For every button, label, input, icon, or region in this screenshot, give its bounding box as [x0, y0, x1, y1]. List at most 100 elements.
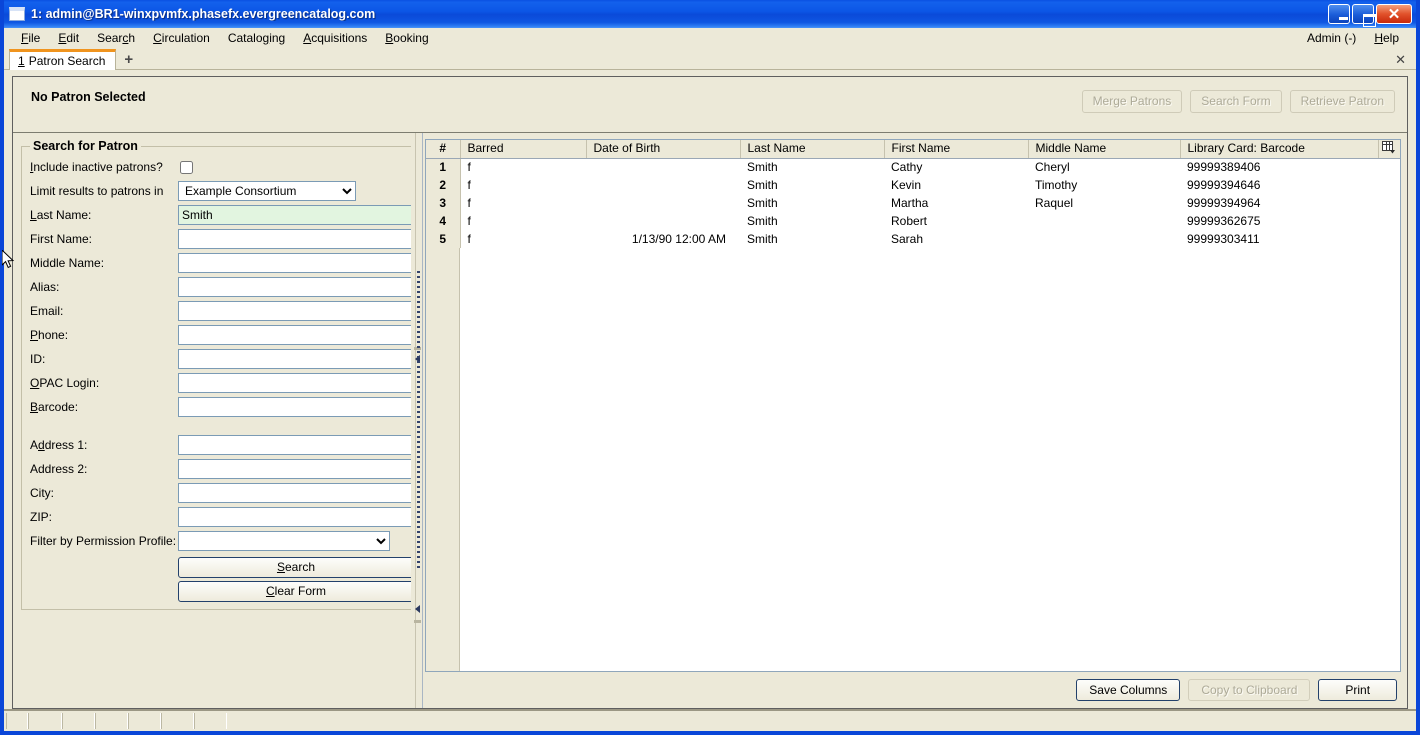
splitter-nub-bottom — [414, 620, 421, 623]
results-footer: Save Columns Copy to Clipboard Print — [425, 672, 1401, 708]
search-form-button[interactable]: Search Form — [1190, 90, 1282, 113]
menu-file[interactable]: File — [12, 30, 49, 46]
field-row-first-name: First Name: — [30, 227, 411, 251]
close-button[interactable]: ✕ — [1376, 4, 1412, 24]
row-number: 2 — [426, 176, 461, 194]
minimize-button[interactable] — [1328, 4, 1350, 24]
table-row[interactable]: 2 f Smith Kevin Timothy 99999394646 — [426, 176, 1401, 194]
id-label: ID: — [30, 352, 46, 366]
tab-label: Patron Search — [28, 53, 106, 68]
cell-last-name: Smith — [740, 176, 884, 194]
last-name-input[interactable] — [178, 205, 411, 225]
field-row-barcode: Barcode: — [30, 395, 411, 419]
table-row[interactable]: 1 f Smith Cathy Cheryl 99999389406 — [426, 158, 1401, 176]
new-tab-button[interactable]: + — [124, 52, 133, 67]
field-row-id: ID: — [30, 347, 411, 371]
cell-barcode: 99999362675 — [1180, 212, 1379, 230]
status-segment — [161, 713, 194, 729]
splitter-collapse-arrow-bottom[interactable] — [415, 605, 420, 613]
id-input[interactable] — [178, 349, 411, 369]
print-button[interactable]: Print — [1318, 679, 1398, 701]
column-header-num[interactable]: # — [426, 140, 461, 159]
menu-admin[interactable]: Admin (-) — [1298, 30, 1365, 46]
copy-to-clipboard-button[interactable]: Copy to Clipboard — [1188, 679, 1311, 701]
column-header-dob[interactable]: Date of Birth — [586, 140, 741, 159]
pane-splitter[interactable] — [411, 133, 425, 708]
city-input[interactable] — [178, 483, 411, 503]
column-header-middle-name[interactable]: Middle Name — [1028, 140, 1181, 159]
client-area: File Edit Search Circulation Cataloging … — [4, 28, 1416, 731]
menu-search[interactable]: Search — [88, 30, 144, 46]
middle-name-label: Middle Name: — [30, 256, 105, 270]
table-row[interactable]: 5 f 1/13/90 12:00 AM Smith Sarah 9999930… — [426, 230, 1401, 248]
retrieve-patron-button[interactable]: Retrieve Patron — [1289, 90, 1395, 113]
clear-form-button[interactable]: Clear Form — [178, 580, 411, 602]
splitter-grip[interactable] — [417, 270, 420, 571]
menu-acquisitions[interactable]: Acquisitions — [294, 30, 376, 46]
patron-search-panel: No Patron Selected Merge Patrons Search … — [12, 76, 1408, 709]
column-header-first-name[interactable]: First Name — [884, 140, 1029, 159]
column-header-last-name[interactable]: Last Name — [740, 140, 885, 159]
field-row-opac-login: OPAC Login: — [30, 371, 411, 395]
status-segment — [62, 713, 95, 729]
menu-edit[interactable]: Edit — [49, 30, 88, 46]
cell-first-name: Robert — [884, 212, 1028, 230]
row-number: 3 — [426, 194, 461, 212]
opac-login-input[interactable] — [178, 373, 411, 393]
email-input[interactable] — [178, 301, 411, 321]
row-number: 4 — [426, 212, 461, 230]
tab-patron-search[interactable]: 1 Patron Search — [9, 49, 117, 70]
close-tab-icon[interactable]: ✕ — [1395, 53, 1406, 66]
field-row-limit-results: Limit results to patrons in Example Cons… — [30, 179, 411, 203]
results-pane: # Barred Date of Birth Last Name First N… — [425, 133, 1407, 708]
permission-profile-select[interactable] — [178, 531, 390, 551]
cell-middle-name — [1028, 230, 1180, 248]
menu-booking[interactable]: Booking — [376, 30, 437, 46]
menu-cataloging[interactable]: Cataloging — [219, 30, 294, 46]
middle-name-input[interactable] — [178, 253, 411, 273]
row-number: 1 — [426, 158, 461, 176]
menu-circulation[interactable]: Circulation — [144, 30, 219, 46]
cell-middle-name: Cheryl — [1028, 158, 1180, 176]
barcode-input[interactable] — [178, 397, 411, 417]
field-row-zip: ZIP: — [30, 505, 411, 529]
permission-profile-label: Filter by Permission Profile: — [30, 534, 177, 548]
cell-barcode: 99999394646 — [1180, 176, 1379, 194]
results-grid: # Barred Date of Birth Last Name First N… — [425, 139, 1402, 672]
address2-label: Address 2: — [30, 462, 88, 476]
search-button[interactable]: Search — [178, 556, 411, 578]
search-fieldset-legend: Search for Patron — [33, 139, 138, 153]
include-inactive-label: Include inactive patrons? — [30, 160, 163, 174]
status-segment-message — [227, 713, 1414, 729]
limit-results-select[interactable]: Example Consortium — [178, 181, 356, 201]
first-name-input[interactable] — [178, 229, 411, 249]
last-name-label: Last Name: — [30, 208, 92, 222]
cell-first-name: Kevin — [884, 176, 1028, 194]
address2-input[interactable] — [178, 459, 411, 479]
cell-first-name: Sarah — [884, 230, 1028, 248]
main-content: No Patron Selected Merge Patrons Search … — [4, 70, 1416, 709]
column-header-barred[interactable]: Barred — [460, 140, 587, 159]
table-row[interactable]: 4 f Smith Robert 99999362675 — [426, 212, 1401, 230]
merge-patrons-button[interactable]: Merge Patrons — [1081, 90, 1183, 113]
menu-help[interactable]: Help — [1365, 30, 1408, 46]
phone-label: Phone: — [30, 328, 69, 342]
table-row[interactable]: 3 f Smith Martha Raquel 99999394964 — [426, 194, 1401, 212]
cell-last-name: Smith — [740, 158, 884, 176]
column-header-library-card-barcode[interactable]: Library Card: Barcode — [1180, 140, 1379, 159]
alias-input[interactable] — [178, 277, 411, 297]
column-picker-button[interactable] — [1378, 140, 1401, 159]
cell-middle-name: Raquel — [1028, 194, 1180, 212]
cell-barred: f — [460, 212, 586, 230]
field-row-address1: Address 1: — [30, 433, 411, 457]
search-pane: Search for Patron Include inactive patro… — [13, 133, 411, 708]
phone-input[interactable] — [178, 325, 411, 345]
field-spacer — [30, 419, 411, 433]
caption-buttons: ✕ — [1328, 4, 1414, 24]
save-columns-button[interactable]: Save Columns — [1076, 679, 1181, 701]
city-label: City: — [30, 486, 54, 500]
zip-input[interactable] — [178, 507, 411, 527]
address1-input[interactable] — [178, 435, 411, 455]
maximize-button[interactable] — [1352, 4, 1374, 24]
include-inactive-checkbox[interactable] — [180, 160, 193, 174]
